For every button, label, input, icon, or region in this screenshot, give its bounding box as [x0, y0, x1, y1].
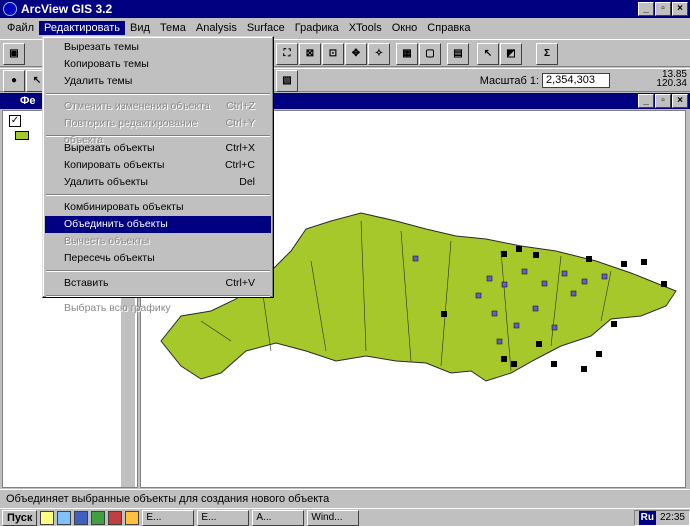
menu-item-label: Выбрать всю графику: [64, 302, 171, 314]
status-bar: Объединяет выбранные объекты для создани…: [0, 489, 690, 507]
window-controls: _ ▫ ×: [638, 2, 688, 16]
quicklaunch-folder-icon[interactable]: [40, 510, 55, 525]
menu-separator: [46, 194, 270, 196]
menu-item-shortcut: Ctrl+X: [225, 142, 255, 154]
menu-view[interactable]: Вид: [125, 21, 155, 35]
menu-item-combine-features[interactable]: Комбинировать объекты: [45, 199, 271, 216]
start-button[interactable]: Пуск: [2, 509, 38, 526]
menu-item-shortcut: Ctrl+Z: [226, 100, 255, 112]
quicklaunch-app-icon[interactable]: [108, 510, 123, 525]
theme-legend-icon[interactable]: ◩: [500, 43, 522, 65]
view-restore-button[interactable]: ▫: [655, 94, 671, 108]
zoom-in-icon[interactable]: ✥: [345, 43, 367, 65]
menu-item-shortcut: Ctrl+V: [225, 277, 255, 289]
system-tray: Ru 22:35: [633, 509, 690, 526]
menu-surface[interactable]: Surface: [242, 21, 290, 35]
menu-file[interactable]: Файл: [2, 21, 39, 35]
menu-item-label: Копировать объекты: [64, 159, 165, 171]
restore-button[interactable]: ▫: [655, 2, 671, 16]
task-button-1[interactable]: E...: [142, 509, 195, 526]
menu-item-label: Объединить объекты: [64, 218, 168, 230]
quicklaunch-word-icon[interactable]: [74, 510, 89, 525]
zoom-extent-icon[interactable]: ⛶: [276, 43, 298, 65]
menu-item-label: Копировать темы: [64, 58, 149, 70]
menu-item-intersect-features[interactable]: Пересечь объекты: [45, 250, 271, 267]
menu-item-label: Повторить редактирование объекта: [64, 117, 198, 146]
menu-item-cut-themes[interactable]: Вырезать темы: [45, 39, 271, 56]
quicklaunch-explorer-icon[interactable]: [125, 510, 140, 525]
menu-item-shortcut: Ctrl+Y: [225, 117, 255, 129]
view-minimize-button[interactable]: _: [638, 94, 654, 108]
scale-label: Масштаб 1:: [479, 74, 539, 87]
scale-input[interactable]: 2,354,303: [542, 73, 610, 88]
save-icon[interactable]: ▣: [3, 43, 25, 65]
menu-analysis[interactable]: Analysis: [191, 21, 242, 35]
statistics-sigma-icon[interactable]: Σ: [536, 43, 558, 65]
menu-item-delete-themes[interactable]: Удалить темы: [45, 73, 271, 90]
menu-item-label: Комбинировать объекты: [64, 201, 184, 213]
menu-item-subtract-features: Вычесть объекты: [45, 233, 271, 250]
quicklaunch-excel-icon[interactable]: [91, 510, 106, 525]
theme-legend-swatch: [15, 131, 29, 140]
language-indicator[interactable]: Ru: [638, 510, 656, 525]
zoom-selected-icon[interactable]: ⊡: [322, 43, 344, 65]
menu-item-label: Вырезать темы: [64, 41, 139, 53]
menu-item-union-features[interactable]: Объединить объекты: [45, 216, 271, 233]
draw-tool-icon[interactable]: ▧: [276, 70, 298, 92]
menu-item-delete-features[interactable]: Удалить объекты Del: [45, 174, 271, 191]
clock[interactable]: 22:35: [660, 511, 685, 525]
menu-window[interactable]: Окно: [387, 21, 423, 35]
menu-item-undo-feature: Отменить изменения объекта Ctrl+Z: [45, 98, 271, 115]
menu-separator: [46, 93, 270, 95]
menu-item-shortcut: Del: [239, 176, 255, 188]
app-titlebar: ArcView GIS 3.2 _ ▫ ×: [0, 0, 690, 18]
menu-item-label: Отменить изменения объекта: [64, 100, 210, 112]
menu-item-cut-features[interactable]: Вырезать объекты Ctrl+X: [45, 140, 271, 157]
menu-item-copy-themes[interactable]: Копировать темы: [45, 56, 271, 73]
quicklaunch-desktop-icon[interactable]: [57, 510, 72, 525]
menu-xtools[interactable]: XTools: [344, 21, 387, 35]
task-button-4[interactable]: Wind...: [307, 509, 360, 526]
close-button[interactable]: ×: [672, 2, 688, 16]
menu-separator: [46, 295, 270, 297]
scale-display: Масштаб 1: 2,354,303: [480, 73, 610, 88]
menu-edit[interactable]: Редактировать: [39, 21, 126, 35]
menu-item-label: Удалить темы: [64, 75, 133, 87]
view-close-button[interactable]: ×: [672, 94, 688, 108]
menu-theme[interactable]: Тема: [155, 21, 191, 35]
theme-visibility-checkbox[interactable]: ✓: [9, 115, 21, 127]
menu-item-label: Вырезать объекты: [64, 142, 155, 154]
arcview-globe-icon: [3, 2, 17, 16]
minimize-button[interactable]: _: [638, 2, 654, 16]
select-features-icon[interactable]: ▦: [396, 43, 418, 65]
menu-item-select-all-graphics: Выбрать всю графику: [45, 300, 271, 317]
menu-item-paste[interactable]: Вставить Ctrl+V: [45, 275, 271, 292]
task-button-2[interactable]: E...: [197, 509, 250, 526]
identify-icon[interactable]: ●: [3, 70, 25, 92]
layout-icon[interactable]: ▤: [447, 43, 469, 65]
windows-taskbar: Пуск E... E... A... Wind... Ru 22:35: [0, 508, 690, 526]
edit-menu-dropdown: Вырезать темы Копировать темы Удалить те…: [42, 36, 274, 314]
coord-y: 120.34: [656, 78, 687, 89]
cursor-coordinates: 13.85 120.34: [656, 70, 687, 89]
app-title: ArcView GIS 3.2: [21, 2, 113, 16]
menubar: Файл Редактировать Вид Тема Analysis Sur…: [0, 19, 690, 37]
menu-item-copy-features[interactable]: Копировать объекты Ctrl+C: [45, 157, 271, 174]
view-title: Фе: [20, 95, 36, 107]
menu-item-redo-feature: Повторить редактирование объекта Ctrl+Y: [45, 115, 271, 146]
menu-graphics[interactable]: Графика: [290, 21, 344, 35]
menu-item-shortcut: Ctrl+C: [224, 159, 255, 171]
menu-help[interactable]: Справка: [422, 21, 475, 35]
menu-item-label: Пересечь объекты: [64, 252, 155, 264]
clear-selection-icon[interactable]: ▢: [419, 43, 441, 65]
help-pointer-icon[interactable]: ↖: [477, 43, 499, 65]
task-button-arcview[interactable]: A...: [252, 509, 305, 526]
zoom-themes-icon[interactable]: ⊠: [299, 43, 321, 65]
zoom-out-icon[interactable]: ✧: [368, 43, 390, 65]
menu-item-label: Вставить: [64, 277, 109, 289]
view-window-controls: _ ▫ ×: [638, 94, 688, 108]
menu-item-label: Вычесть объекты: [64, 235, 150, 247]
menu-item-label: Удалить объекты: [64, 176, 148, 188]
menu-separator: [46, 270, 270, 272]
